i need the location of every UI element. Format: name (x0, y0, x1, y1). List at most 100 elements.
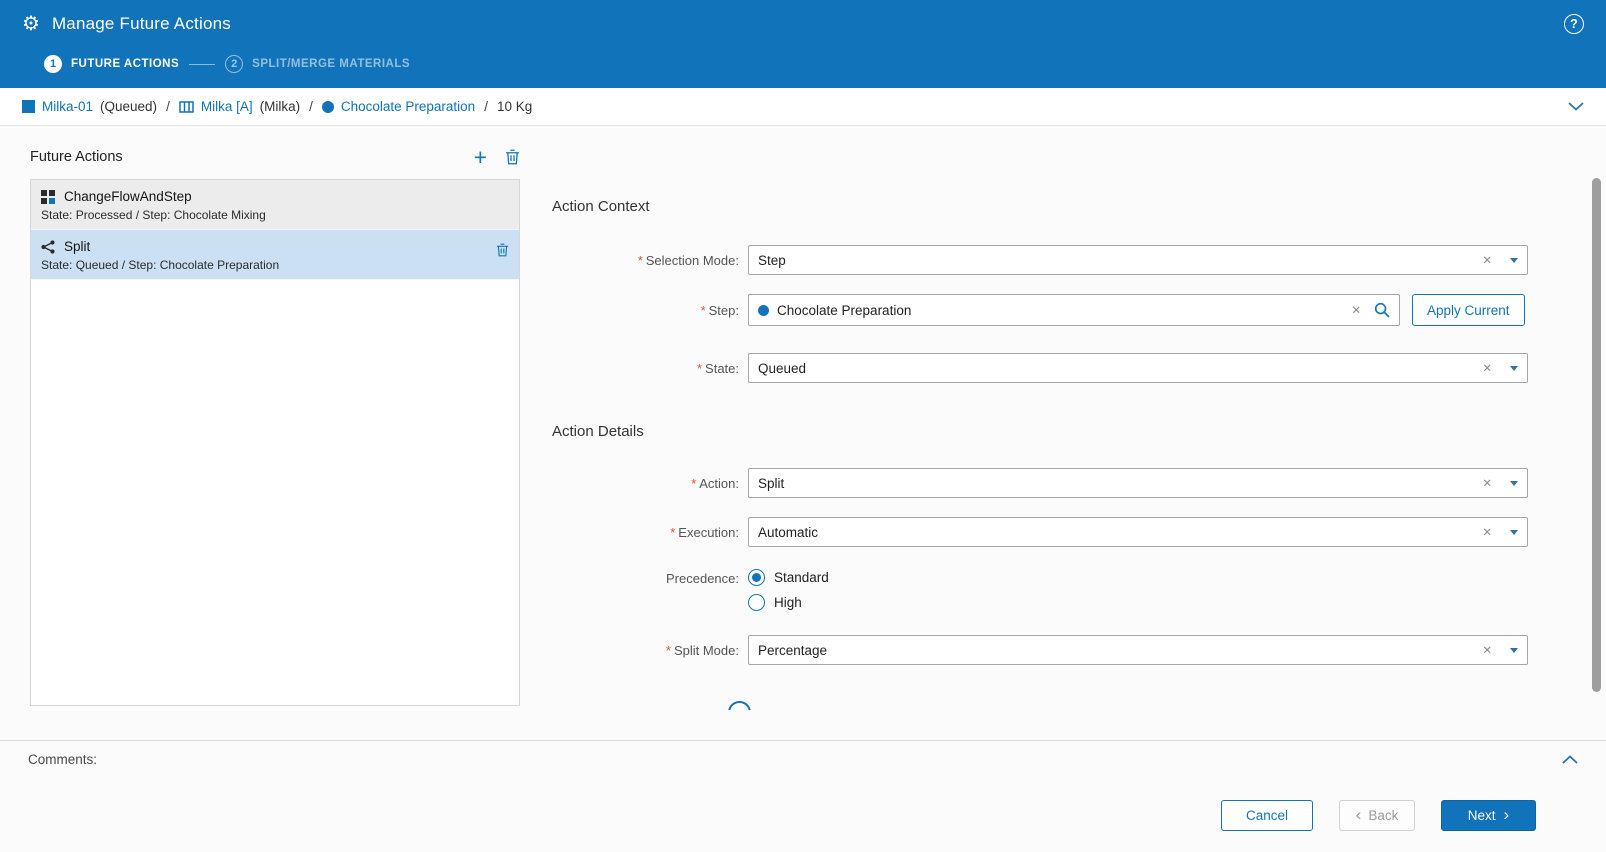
next-label: Next (1468, 808, 1496, 823)
action-name: Split (64, 239, 90, 254)
context-breadcrumb: Milka-01 (Queued) / Milka [A] (Milka) / … (0, 88, 1606, 126)
search-icon[interactable] (1374, 302, 1390, 318)
selection-mode-value: Step (758, 253, 1477, 268)
action-value: Split (758, 476, 1477, 491)
future-actions-header: Future Actions + (30, 144, 520, 170)
radio-button[interactable] (748, 569, 765, 586)
back-label: Back (1368, 808, 1398, 823)
future-actions-title: Future Actions (30, 149, 123, 165)
field-execution: *Execution: Automatic ✕ (552, 517, 1528, 547)
action-form-panel: Action Context *Selection Mode: Step ✕ *… (520, 126, 1606, 710)
comments-bar[interactable]: Comments: (0, 740, 1606, 778)
field-label: Action: (699, 476, 739, 491)
quantity-value: 10 Kg (497, 99, 532, 114)
step-icon (322, 101, 334, 113)
clear-icon[interactable]: ✕ (1482, 253, 1492, 267)
step-number: 2 (225, 55, 243, 73)
lot-link[interactable]: Milka-01 (42, 99, 93, 114)
breadcrumb-lot: Milka-01 (Queued) (22, 99, 157, 114)
clear-icon[interactable]: ✕ (1482, 361, 1492, 375)
split-mode-dropdown[interactable]: Percentage ✕ (748, 635, 1528, 665)
step-link[interactable]: Chocolate Preparation (341, 99, 475, 114)
field-label: Step: (709, 303, 739, 318)
help-icon[interactable]: ? (1564, 14, 1584, 34)
chevron-down-icon[interactable] (1510, 481, 1518, 486)
add-action-button[interactable]: + (474, 148, 487, 166)
material-icon (22, 100, 35, 113)
chevron-down-icon[interactable] (1510, 258, 1518, 263)
required-marker: * (691, 476, 696, 491)
precedence-radio-group: Standard High (748, 569, 829, 611)
comments-label: Comments: (28, 752, 97, 767)
gear-icon: ⚙ (22, 14, 40, 34)
clear-icon[interactable]: ✕ (1482, 643, 1492, 657)
step-label: SPLIT/MERGE MATERIALS (252, 58, 410, 70)
required-marker: * (697, 361, 702, 376)
list-item-split[interactable]: Split State: Queued / Step: Chocolate Pr… (31, 230, 519, 280)
step-picker-input[interactable]: Chocolate Preparation ✕ (748, 294, 1400, 326)
flow-link[interactable]: Milka [A] (201, 99, 253, 114)
chevron-down-icon[interactable] (1510, 648, 1518, 653)
chevron-down-icon[interactable] (1510, 366, 1518, 371)
breadcrumb-step: Chocolate Preparation (322, 99, 475, 114)
execution-dropdown[interactable]: Automatic ✕ (748, 517, 1528, 547)
state-value: Queued (758, 361, 1477, 376)
list-item-changeflowandstep[interactable]: ChangeFlowAndStep State: Processed / Ste… (31, 180, 519, 230)
execution-value: Automatic (758, 525, 1477, 540)
selection-mode-dropdown[interactable]: Step ✕ (748, 245, 1528, 275)
field-label: Precedence: (666, 571, 739, 586)
clear-icon[interactable]: ✕ (1482, 476, 1492, 490)
vertical-scrollbar[interactable] (1592, 178, 1601, 692)
action-detail: State: Processed / Step: Chocolate Mixin… (41, 208, 509, 222)
next-button[interactable]: Next › (1441, 800, 1536, 831)
change-flow-and-step-icon (41, 190, 55, 204)
split-mode-value: Percentage (758, 643, 1477, 658)
row-delete-icon[interactable] (496, 243, 509, 262)
wizard-step-future-actions[interactable]: 1 FUTURE ACTIONS (44, 55, 179, 73)
footer-actions: Cancel ‹ Back Next › (0, 778, 1606, 852)
step-value: Chocolate Preparation (777, 303, 911, 318)
action-name: ChangeFlowAndStep (64, 189, 192, 204)
required-marker: * (670, 525, 675, 540)
wizard-step-split-merge-materials[interactable]: 2 SPLIT/MERGE MATERIALS (225, 55, 410, 73)
chevron-down-icon[interactable] (1510, 530, 1518, 535)
split-icon (41, 240, 55, 254)
clear-icon[interactable]: ✕ (1351, 303, 1361, 317)
field-action: *Action: Split ✕ (552, 468, 1528, 498)
radio-high[interactable]: High (748, 594, 829, 611)
section-action-context: Action Context (552, 198, 1528, 215)
required-marker: * (666, 643, 671, 658)
step-number: 1 (44, 55, 62, 73)
radio-standard[interactable]: Standard (748, 569, 829, 586)
chevron-up-icon[interactable] (1562, 755, 1578, 764)
field-state: *State: Queued ✕ (552, 353, 1528, 383)
radio-label[interactable]: Standard (774, 570, 829, 585)
wizard-steps: 1 FUTURE ACTIONS 2 SPLIT/MERGE MATERIALS (0, 48, 1606, 88)
section-action-details: Action Details (552, 423, 1528, 440)
cancel-button[interactable]: Cancel (1221, 800, 1313, 831)
state-dropdown[interactable]: Queued ✕ (748, 353, 1528, 383)
field-split-mode: *Split Mode: Percentage ✕ (552, 635, 1528, 665)
main-content: Future Actions + ChangeFlowAndStep (0, 126, 1606, 740)
field-label: Selection Mode: (646, 253, 739, 268)
required-marker: * (701, 303, 706, 318)
breadcrumb-separator: / (166, 99, 170, 114)
delete-action-button[interactable] (505, 149, 520, 165)
radio-label[interactable]: High (774, 595, 802, 610)
title-bar: ⚙ Manage Future Actions ? (0, 0, 1606, 48)
apply-current-button[interactable]: Apply Current (1412, 294, 1525, 326)
future-actions-panel: Future Actions + ChangeFlowAndStep (30, 126, 520, 740)
future-actions-list: ChangeFlowAndStep State: Processed / Ste… (30, 179, 520, 706)
step-label: FUTURE ACTIONS (71, 58, 179, 70)
flow-icon (179, 101, 194, 113)
field-label: Split Mode: (674, 643, 739, 658)
field-selection-mode: *Selection Mode: Step ✕ (552, 245, 1528, 275)
action-dropdown[interactable]: Split ✕ (748, 468, 1528, 498)
page-title: Manage Future Actions (52, 14, 231, 34)
clear-icon[interactable]: ✕ (1482, 525, 1492, 539)
back-button[interactable]: ‹ Back (1339, 800, 1415, 831)
step-icon (758, 305, 769, 316)
chevron-down-icon[interactable] (1568, 102, 1584, 111)
radio-button[interactable] (748, 594, 765, 611)
breadcrumb-separator: / (484, 99, 488, 114)
